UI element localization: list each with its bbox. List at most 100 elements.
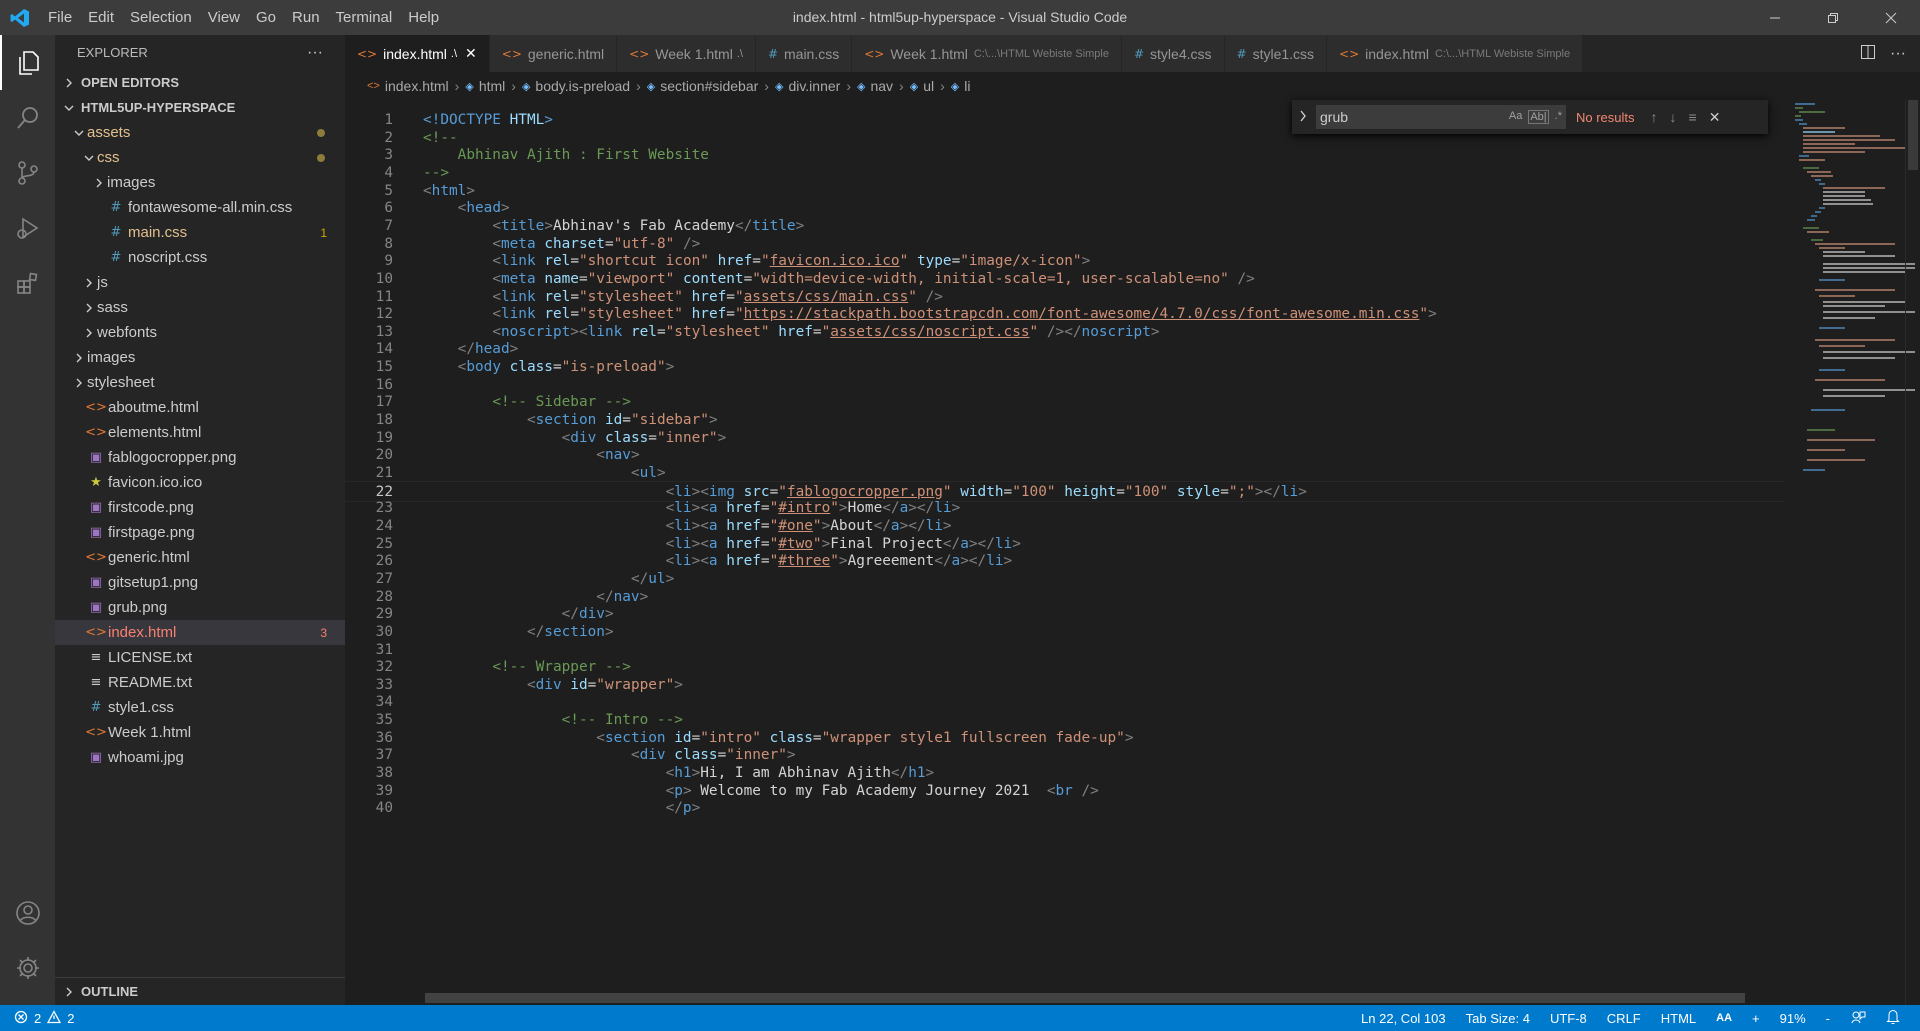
file-item[interactable]: ≡ README.txt	[55, 670, 345, 695]
zoom-in-button[interactable]: +	[1752, 1011, 1760, 1026]
file-item[interactable]: <> aboutme.html	[55, 395, 345, 420]
breadcrumb-item[interactable]: <> index.html	[367, 78, 449, 94]
file-item[interactable]: ▣ whoami.jpg	[55, 745, 345, 770]
code-editor[interactable]: 1 <!DOCTYPE HTML> 2 <!-- 3 Abhinav Ajith : F…	[345, 100, 1785, 1005]
find-in-selection-icon[interactable]: ≡	[1689, 109, 1697, 126]
editor-tab[interactable]: <> index.html .\ ✕	[345, 35, 490, 72]
menu-item-help[interactable]: Help	[400, 0, 447, 35]
file-item[interactable]: <> generic.html	[55, 545, 345, 570]
source-control-icon[interactable]	[0, 145, 55, 200]
feedback-icon[interactable]	[1850, 1009, 1866, 1028]
editor-tab[interactable]: <> generic.html	[489, 35, 618, 72]
workspace-section[interactable]: HTML5UP-HYPERSPACE	[55, 95, 345, 120]
split-editor-icon[interactable]	[1860, 44, 1876, 63]
menu-item-go[interactable]: Go	[248, 0, 284, 35]
open-editors-section[interactable]: OPEN EDITORS	[55, 70, 345, 95]
file-item[interactable]: ▣ grub.png	[55, 595, 345, 620]
menu-item-edit[interactable]: Edit	[80, 0, 122, 35]
folder-item[interactable]: stylesheet	[55, 370, 345, 395]
run-debug-icon[interactable]	[0, 200, 55, 255]
editor-tab[interactable]: <> Week 1.html C:\...\HTML Webiste Simple	[852, 35, 1122, 72]
file-item[interactable]: <> elements.html	[55, 420, 345, 445]
menu-item-run[interactable]: Run	[284, 0, 328, 35]
code-line[interactable]: 40 </p>	[345, 798, 1785, 820]
file-item[interactable]: ▣ firstcode.png	[55, 495, 345, 520]
minimize-button[interactable]	[1746, 0, 1804, 35]
folder-item[interactable]: js	[55, 270, 345, 295]
match-word-toggle[interactable]: Ab|	[1528, 110, 1549, 124]
breadcrumb-item[interactable]: ◈ li	[951, 78, 971, 94]
font-size-toggle[interactable]: AA	[1716, 1012, 1732, 1024]
file-item[interactable]: <> index.html 3	[55, 620, 345, 645]
language-mode[interactable]: HTML	[1661, 1011, 1696, 1026]
menu-item-terminal[interactable]: Terminal	[328, 0, 401, 35]
breadcrumb-item[interactable]: ◈ section#sidebar	[647, 78, 759, 94]
next-match-icon[interactable]: ↓	[1670, 109, 1677, 126]
breadcrumb-item[interactable]: ◈ nav	[857, 78, 893, 94]
zoom-out-button[interactable]: -	[1826, 1011, 1830, 1026]
more-actions-icon[interactable]: ···	[1890, 45, 1906, 63]
code-token: "	[830, 553, 839, 570]
folder-item[interactable]: webfonts	[55, 320, 345, 345]
close-find-icon[interactable]: ✕	[1709, 109, 1721, 126]
vertical-scrollbar[interactable]	[1905, 100, 1919, 1005]
file-item[interactable]: <> Week 1.html	[55, 720, 345, 745]
menu-item-selection[interactable]: Selection	[122, 0, 200, 35]
zoom-level[interactable]: 91%	[1780, 1011, 1806, 1026]
outline-section[interactable]: OUTLINE	[55, 977, 345, 1005]
close-tab-icon[interactable]: ✕	[465, 45, 477, 62]
folder-item[interactable]: assets	[55, 120, 345, 145]
tab-size[interactable]: Tab Size: 4	[1466, 1011, 1530, 1026]
breadcrumb-item[interactable]: ◈ body.is-preload	[522, 78, 630, 94]
previous-match-icon[interactable]: ↑	[1651, 109, 1658, 126]
breadcrumb-item[interactable]: ◈ ul	[910, 78, 934, 94]
settings-gear-icon[interactable]	[0, 940, 55, 995]
tree-item-label: images	[107, 174, 156, 191]
modified-dot	[317, 128, 325, 137]
breadcrumb-item[interactable]: ◈ div.inner	[775, 78, 840, 94]
editor-tab[interactable]: # main.css	[755, 35, 853, 72]
file-item[interactable]: ▣ gitsetup1.png	[55, 570, 345, 595]
folder-item[interactable]: images	[55, 345, 345, 370]
file-item[interactable]: ★ favicon.ico.ico	[55, 470, 345, 495]
menu-item-view[interactable]: View	[200, 0, 248, 35]
minimap[interactable]	[1785, 100, 1920, 1005]
file-item[interactable]: # fontawesome-all.min.css	[55, 195, 345, 220]
find-input[interactable]: grub Aa Ab| .*	[1316, 105, 1566, 129]
file-item[interactable]: # noscript.css	[55, 245, 345, 270]
explorer-icon[interactable]	[0, 35, 55, 90]
notifications-bell-icon[interactable]	[1886, 1009, 1900, 1028]
extensions-icon[interactable]	[0, 255, 55, 310]
close-window-button[interactable]	[1862, 0, 1920, 35]
editor-tab[interactable]: <> index.html C:\...\HTML Webiste Simple	[1327, 35, 1584, 72]
problems-indicator[interactable]: 2 2	[0, 1009, 74, 1027]
regex-toggle[interactable]: .*	[1555, 110, 1562, 124]
editor-tab[interactable]: # style4.css	[1121, 35, 1225, 72]
code-token: li	[674, 535, 692, 552]
editor-tab[interactable]: <> Week 1.html .\	[617, 35, 756, 72]
folder-item[interactable]: css	[55, 145, 345, 170]
file-item[interactable]: # style1.css	[55, 695, 345, 720]
menu-item-file[interactable]: File	[40, 0, 80, 35]
more-actions-icon[interactable]: ···	[307, 44, 323, 62]
toggle-replace-icon[interactable]	[1298, 110, 1308, 125]
encoding[interactable]: UTF-8	[1550, 1011, 1587, 1026]
horizontal-scrollbar[interactable]	[425, 993, 1745, 1003]
breadcrumb-item[interactable]: ◈ html	[465, 78, 505, 94]
file-item[interactable]: ▣ fablogocropper.png	[55, 445, 345, 470]
file-item[interactable]: ▣ firstpage.png	[55, 520, 345, 545]
line-ending[interactable]: CRLF	[1607, 1011, 1641, 1026]
file-item[interactable]: # main.css 1	[55, 220, 345, 245]
editor-tab[interactable]: # style1.css	[1224, 35, 1328, 72]
restore-button[interactable]	[1804, 0, 1862, 35]
file-item[interactable]: ≡ LICENSE.txt	[55, 645, 345, 670]
scrollbar-thumb[interactable]	[1908, 100, 1918, 170]
account-icon[interactable]	[0, 885, 55, 940]
cursor-position[interactable]: Ln 22, Col 103	[1361, 1011, 1446, 1026]
search-icon[interactable]	[0, 90, 55, 145]
folder-item[interactable]: images	[55, 170, 345, 195]
match-case-toggle[interactable]: Aa	[1509, 110, 1522, 124]
file-type-icon: <>	[864, 46, 885, 61]
folder-item[interactable]: sass	[55, 295, 345, 320]
code-token: =	[760, 535, 770, 552]
